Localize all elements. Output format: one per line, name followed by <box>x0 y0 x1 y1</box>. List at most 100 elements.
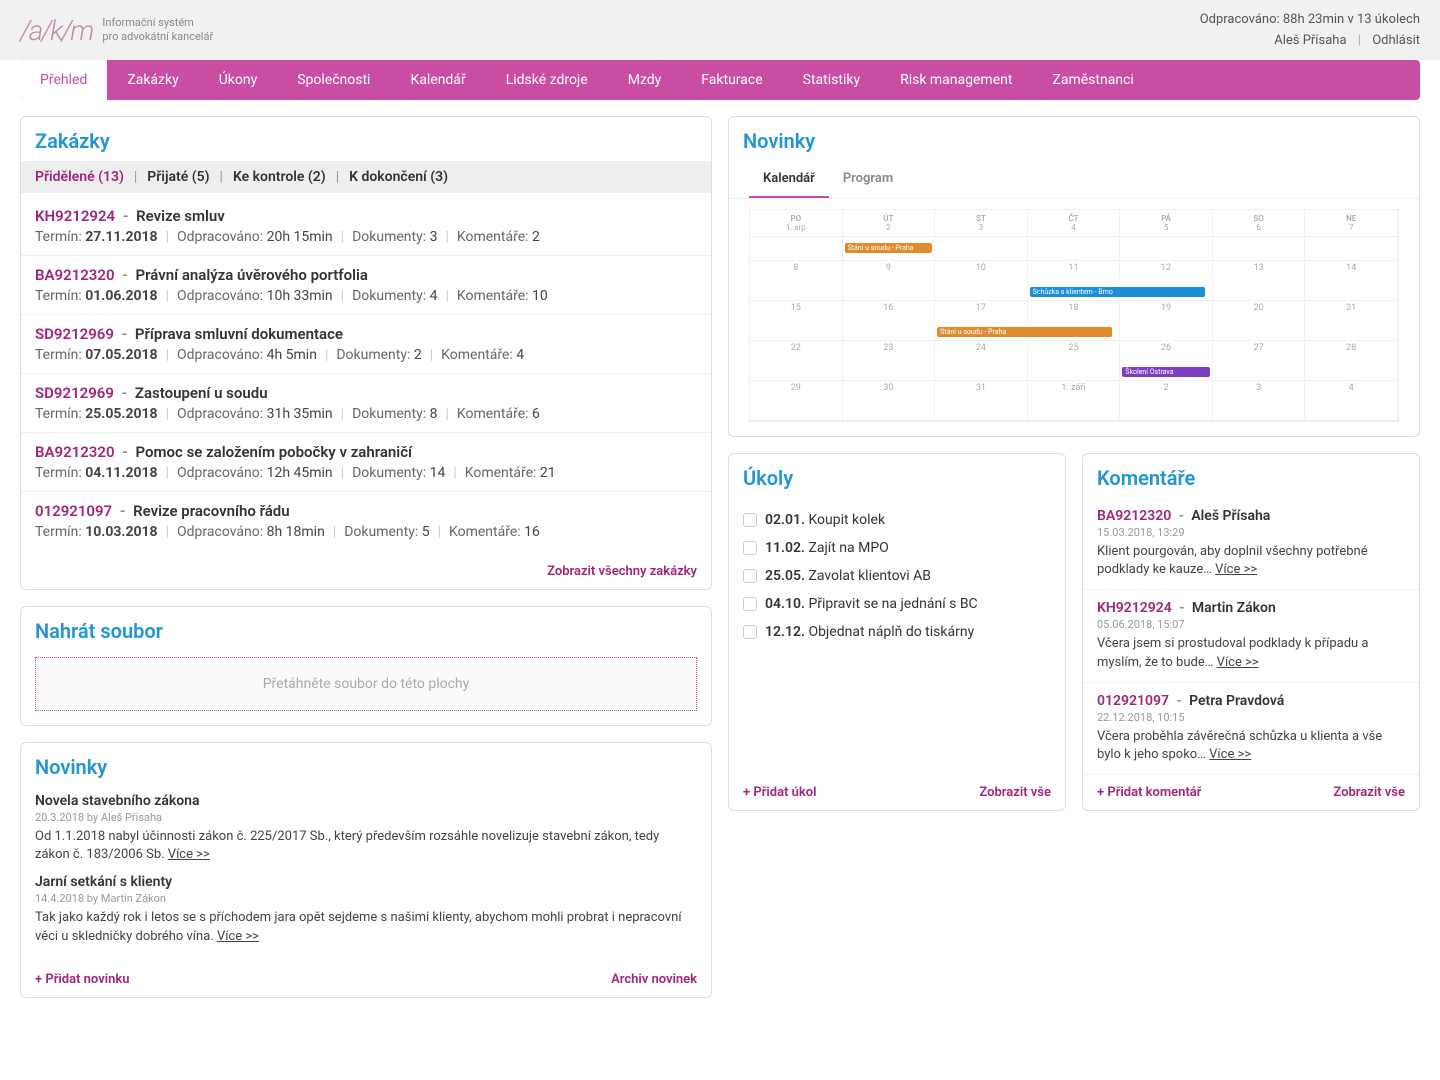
calendar-cell[interactable]: 2 <box>1120 381 1213 421</box>
comment-more-link[interactable]: Více >> <box>1215 562 1257 577</box>
case-code[interactable]: SD9212969 <box>35 325 114 343</box>
nav-tab-zakázky[interactable]: Zakázky <box>107 60 198 100</box>
show-all-comments-link[interactable]: Zobrazit vše <box>1333 785 1405 800</box>
nav-tab-kalendář[interactable]: Kalendář <box>390 60 485 100</box>
calendar-event[interactable]: Stání u soudu - Praha <box>937 327 1112 337</box>
zakazky-tab[interactable]: Přidělené (13) <box>35 169 124 185</box>
nav-tab-úkony[interactable]: Úkony <box>199 60 278 100</box>
nav-tab-lidské-zdroje[interactable]: Lidské zdroje <box>486 60 608 100</box>
comment-item[interactable]: 012921097 - Petra Pravdová22.12.2018, 10… <box>1083 683 1419 775</box>
calendar-cell[interactable]: 9 <box>843 261 936 301</box>
task-item[interactable]: 11.02. Zajít na MPO <box>743 534 1051 562</box>
calendar-cell[interactable]: 20 <box>1213 301 1306 341</box>
add-task-link[interactable]: + Přidat úkol <box>743 785 817 800</box>
calendar-event[interactable]: Školení Ostrava <box>1122 367 1210 377</box>
calendar-cell[interactable]: 10 <box>935 261 1028 301</box>
comment-more-link[interactable]: Více >> <box>1217 655 1259 670</box>
comment-item[interactable]: BA9212320 - Aleš Přísaha15.03.2018, 13:2… <box>1083 498 1419 590</box>
tab-kalendar[interactable]: Kalendář <box>749 161 829 198</box>
logout-link[interactable]: Odhlásit <box>1372 33 1420 48</box>
calendar-cell[interactable]: 8 <box>750 261 843 301</box>
nav-tab-zaměstnanci[interactable]: Zaměstnanci <box>1032 60 1153 100</box>
tab-program[interactable]: Program <box>829 161 907 198</box>
case-code[interactable]: BA9212320 <box>35 266 115 284</box>
calendar-cell[interactable] <box>935 237 1028 261</box>
add-comment-link[interactable]: + Přidat komentář <box>1097 785 1201 800</box>
calendar-cell[interactable]: 22 <box>750 341 843 381</box>
nav-tab-přehled[interactable]: Přehled <box>20 60 107 100</box>
calendar-cell[interactable] <box>1213 237 1306 261</box>
user-name[interactable]: Aleš Přísaha <box>1274 33 1346 48</box>
calendar-cell[interactable]: 11Schůzka s klientem - Brno <box>1028 261 1121 301</box>
add-news-link[interactable]: + Přidat novinku <box>35 972 129 987</box>
case-item[interactable]: SD9212969 - Příprava smluvní dokumentace… <box>21 315 711 374</box>
comment-code[interactable]: KH9212924 <box>1097 600 1172 616</box>
task-item[interactable]: 25.05. Zavolat klientovi AB <box>743 562 1051 590</box>
nav-tab-statistiky[interactable]: Statistiky <box>783 60 880 100</box>
news-more-link[interactable]: Více >> <box>168 847 210 862</box>
zakazky-tab[interactable]: K dokončení (3) <box>349 169 448 185</box>
news-title[interactable]: Novela stavebního zákona <box>35 793 697 809</box>
case-code[interactable]: SD9212969 <box>35 384 114 402</box>
calendar-cell[interactable]: 3 <box>1213 381 1306 421</box>
case-item[interactable]: SD9212969 - Zastoupení u souduTermín: 25… <box>21 374 711 433</box>
calendar-cell[interactable]: 15 <box>750 301 843 341</box>
calendar-cell[interactable]: 24 <box>935 341 1028 381</box>
calendar-cell[interactable]: 28 <box>1305 341 1398 381</box>
case-item[interactable]: BA9212320 - Právní analýza úvěrového por… <box>21 256 711 315</box>
comment-code[interactable]: 012921097 <box>1097 693 1169 709</box>
case-code[interactable]: BA9212320 <box>35 443 115 461</box>
calendar-cell[interactable]: 26Školení Ostrava <box>1120 341 1213 381</box>
calendar-cell[interactable]: 30 <box>843 381 936 421</box>
calendar-event[interactable]: Schůzka s klientem - Brno <box>1030 287 1205 297</box>
calendar-cell[interactable]: 1. září <box>1028 381 1121 421</box>
task-checkbox[interactable] <box>743 625 757 639</box>
news-title[interactable]: Jarní setkání s klienty <box>35 874 697 890</box>
calendar-cell[interactable]: 17Stání u soudu - Praha <box>935 301 1028 341</box>
calendar-cell[interactable]: 21 <box>1305 301 1398 341</box>
calendar-cell[interactable]: 25 <box>1028 341 1121 381</box>
comment-item[interactable]: KH9212924 - Martin Zákon05.06.2018, 15:0… <box>1083 590 1419 682</box>
news-more-link[interactable]: Více >> <box>217 929 259 944</box>
task-item[interactable]: 04.10. Připravit se na jednání s BC <box>743 590 1051 618</box>
case-item[interactable]: KH9212924 - Revize smluvTermín: 27.11.20… <box>21 197 711 256</box>
calendar-cell[interactable]: 13 <box>1213 261 1306 301</box>
news-date: 14.4.2018 by Martin Zákon <box>35 892 697 905</box>
zakazky-tab[interactable]: Ke kontrole (2) <box>233 169 326 185</box>
nav-tab-mzdy[interactable]: Mzdy <box>608 60 682 100</box>
calendar-cell[interactable]: 27 <box>1213 341 1306 381</box>
calendar-cell[interactable]: 23 <box>843 341 936 381</box>
file-dropzone[interactable]: Přetáhněte soubor do této plochy <box>35 657 697 711</box>
calendar-cell[interactable]: 19 <box>1120 301 1213 341</box>
calendar-event[interactable]: Stání u soudu - Praha <box>845 243 933 253</box>
comment-code[interactable]: BA9212320 <box>1097 508 1171 524</box>
calendar-cell[interactable] <box>1305 237 1398 261</box>
news-archive-link[interactable]: Archiv novinek <box>611 972 697 987</box>
task-item[interactable]: 02.01. Koupit kolek <box>743 506 1051 534</box>
task-checkbox[interactable] <box>743 597 757 611</box>
show-all-cases-link[interactable]: Zobrazit všechny zakázky <box>547 564 697 579</box>
calendar-cell[interactable]: 31 <box>935 381 1028 421</box>
case-code[interactable]: 012921097 <box>35 502 112 520</box>
calendar-cell[interactable]: 14 <box>1305 261 1398 301</box>
calendar-cell[interactable]: 16 <box>843 301 936 341</box>
zakazky-tab[interactable]: Přijaté (5) <box>147 169 209 185</box>
calendar-cell[interactable] <box>750 237 843 261</box>
task-checkbox[interactable] <box>743 569 757 583</box>
task-item[interactable]: 12.12. Objednat náplň do tiskárny <box>743 618 1051 646</box>
calendar-cell[interactable] <box>1028 237 1121 261</box>
calendar-cell[interactable]: Stání u soudu - Praha <box>843 237 936 261</box>
comment-more-link[interactable]: Více >> <box>1209 747 1251 762</box>
case-item[interactable]: 012921097 - Revize pracovního řáduTermín… <box>21 492 711 550</box>
calendar-cell[interactable]: 29 <box>750 381 843 421</box>
case-item[interactable]: BA9212320 - Pomoc se založením pobočky v… <box>21 433 711 492</box>
task-checkbox[interactable] <box>743 541 757 555</box>
show-all-tasks-link[interactable]: Zobrazit vše <box>979 785 1051 800</box>
nav-tab-risk-management[interactable]: Risk management <box>880 60 1032 100</box>
calendar-cell[interactable]: 4 <box>1305 381 1398 421</box>
nav-tab-fakturace[interactable]: Fakturace <box>681 60 782 100</box>
task-checkbox[interactable] <box>743 513 757 527</box>
nav-tab-společnosti[interactable]: Společnosti <box>277 60 390 100</box>
case-code[interactable]: KH9212924 <box>35 207 115 225</box>
calendar-cell[interactable] <box>1120 237 1213 261</box>
